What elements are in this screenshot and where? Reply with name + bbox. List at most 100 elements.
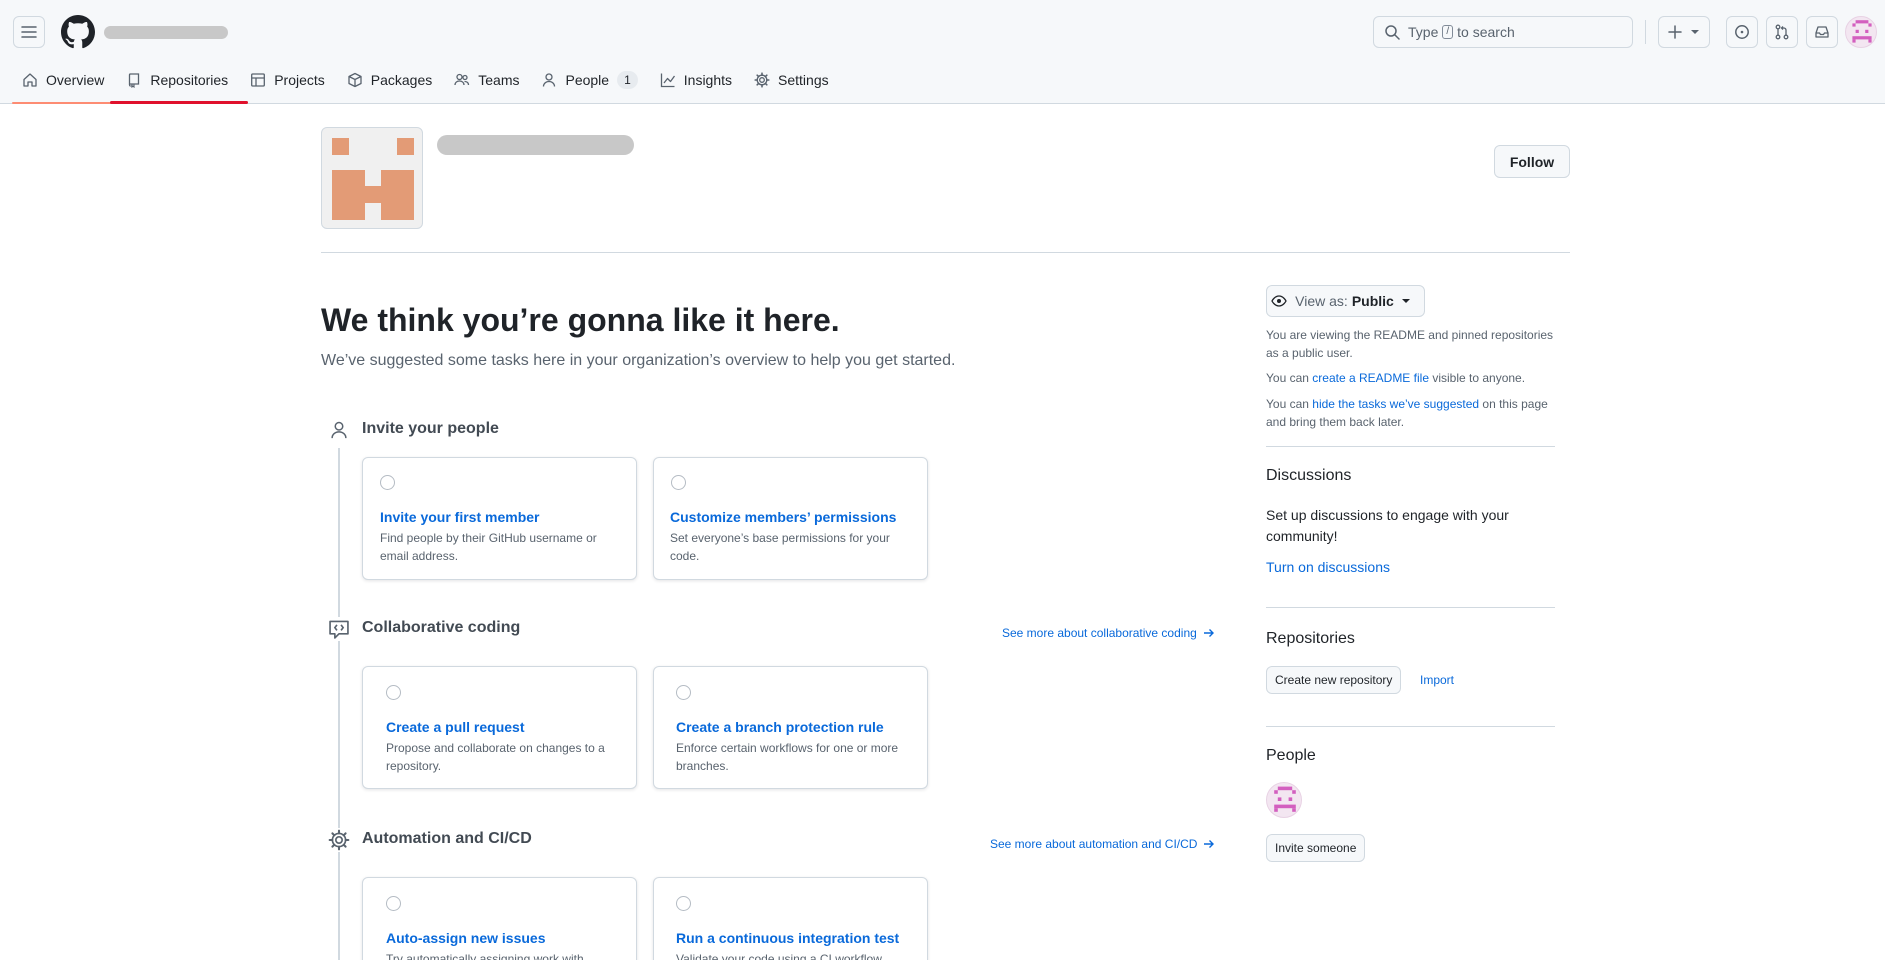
person-icon [327, 418, 351, 442]
hide-tasks-link[interactable]: hide the tasks we’ve suggested [1312, 397, 1479, 411]
see-more-automation-link[interactable]: See more about automation and CI/CD [990, 837, 1215, 851]
task-card-description: Try automatically assigning work with [386, 952, 584, 960]
task-card-description: Validate your code using a CI workflow [676, 952, 882, 960]
tab-label: Overview [46, 72, 105, 88]
view-as-dropdown[interactable]: View as: Public [1266, 285, 1425, 317]
app-header: Type / to search Overview Repositories P… [0, 0, 1885, 104]
task-card-description: Find people by their GitHub username or … [380, 531, 597, 563]
hide-tasks-info: You can hide the tasks we’ve suggested o… [1266, 395, 1556, 431]
tab-people[interactable]: People 1 [531, 62, 647, 98]
tab-label: People [565, 72, 610, 88]
task-card-branch-protection[interactable]: Create a branch protection rule Enforce … [653, 666, 928, 789]
task-card-description: Propose and collaborate on changes to a … [386, 741, 605, 773]
invite-someone-button[interactable]: Invite someone [1266, 834, 1366, 862]
github-logo-icon[interactable] [61, 15, 95, 49]
inbox-button[interactable] [1806, 16, 1838, 48]
table-icon [251, 73, 266, 87]
tab-label: Insights [683, 72, 733, 88]
see-more-collaborative-link[interactable]: See more about collaborative coding [1002, 626, 1215, 640]
task-card-title[interactable]: Run a continuous integration test [676, 930, 899, 946]
gear-icon [754, 72, 770, 88]
tab-packages[interactable]: Packages [337, 62, 442, 98]
task-card-title[interactable]: Invite your first member [380, 509, 540, 525]
page-subtitle: We’ve suggested some tasks here in your … [321, 352, 956, 369]
org-name-redacted[interactable] [104, 26, 228, 39]
tab-label: Settings [778, 72, 829, 88]
arrow-right-icon [1203, 629, 1214, 637]
org-title-redacted [437, 135, 634, 155]
create-readme-link[interactable]: create a README file [1312, 371, 1429, 385]
follow-button[interactable]: Follow [1494, 145, 1570, 178]
task-card-description: Set everyone’s base permissions for your… [670, 531, 890, 563]
create-repository-button[interactable]: Create new repository [1266, 666, 1402, 694]
task-status-circle [676, 896, 691, 911]
import-repository-link[interactable]: Import [1420, 673, 1454, 687]
create-new-button[interactable] [1658, 16, 1710, 48]
tab-label: Repositories [150, 72, 229, 88]
tab-overview[interactable]: Overview [12, 62, 115, 104]
divider [1266, 446, 1555, 447]
search-icon [1385, 25, 1400, 40]
task-timeline [338, 448, 340, 960]
arrow-right-icon [1204, 840, 1215, 848]
task-card-pull-request[interactable]: Create a pull request Propose and collab… [362, 666, 637, 789]
home-icon [23, 73, 37, 87]
turn-on-discussions-link[interactable]: Turn on discussions [1266, 559, 1390, 575]
task-card-description: Enforce certain workflows for one or mor… [676, 741, 899, 773]
readme-info: You can create a README file visible to … [1266, 369, 1556, 387]
issues-button[interactable] [1726, 16, 1758, 48]
hamburger-icon [21, 26, 37, 38]
discussions-heading: Discussions [1266, 467, 1352, 484]
discussions-text: Set up discussions to engage with your c… [1266, 507, 1509, 544]
tab-teams[interactable]: Teams [444, 62, 529, 98]
view-as-label: View as: [1295, 293, 1348, 309]
people-icon [454, 73, 470, 86]
org-nav-tabs: Overview Repositories Projects Packages … [12, 62, 841, 104]
task-card-invite-member[interactable]: Invite your first member Find people by … [362, 457, 637, 580]
task-status-circle [671, 475, 686, 490]
see-more-label: See more about collaborative coding [1002, 626, 1197, 640]
tab-label: Packages [370, 72, 433, 88]
task-card-title[interactable]: Customize members’ permissions [670, 509, 896, 525]
divider [1266, 726, 1555, 727]
menu-button[interactable] [13, 16, 45, 48]
tab-label: Projects [274, 72, 325, 88]
graph-icon [660, 73, 675, 88]
tab-projects[interactable]: Projects [240, 62, 335, 98]
code-review-icon [327, 617, 351, 641]
view-as-value: Public [1351, 293, 1394, 309]
tab-repositories[interactable]: Repositories [110, 62, 249, 104]
section-title-automation: Automation and CI/CD [362, 830, 532, 847]
tab-settings[interactable]: Settings [744, 62, 839, 98]
tab-label: Teams [478, 72, 520, 88]
readme-prefix: You can [1266, 371, 1309, 385]
eye-icon [1271, 295, 1287, 307]
search-input[interactable]: Type / to search [1373, 16, 1633, 48]
task-card-title[interactable]: Create a branch protection rule [676, 719, 884, 735]
people-heading: People [1266, 747, 1316, 764]
task-status-circle [676, 685, 691, 700]
user-avatar[interactable] [1845, 16, 1877, 48]
search-shortcut-key: / [1442, 25, 1454, 39]
member-avatar[interactable] [1266, 782, 1302, 818]
page-title: We think you’re gonna like it here. [321, 302, 840, 338]
gear-icon [327, 828, 351, 852]
task-status-circle [380, 475, 395, 490]
task-card-auto-assign[interactable]: Auto-assign new issues Try automatically… [362, 877, 637, 960]
viewing-info-text: You are viewing the README and pinned re… [1266, 328, 1554, 360]
repositories-heading: Repositories [1266, 630, 1355, 647]
task-card-title[interactable]: Auto-assign new issues [386, 930, 545, 946]
pull-requests-button[interactable] [1766, 16, 1798, 48]
hide-prefix: You can [1266, 397, 1309, 411]
divider [1266, 607, 1555, 608]
org-avatar [321, 127, 423, 229]
triangle-down-icon [1401, 299, 1410, 303]
search-placeholder-after: to search [1457, 24, 1515, 40]
triangle-down-icon [1691, 30, 1699, 34]
package-icon [348, 72, 362, 88]
divider [321, 252, 1570, 253]
tab-insights[interactable]: Insights [650, 62, 742, 98]
task-card-customize-permissions[interactable]: Customize members’ permissions Set every… [653, 457, 928, 580]
task-card-ci-test[interactable]: Run a continuous integration test Valida… [653, 877, 928, 960]
task-card-title[interactable]: Create a pull request [386, 719, 525, 735]
